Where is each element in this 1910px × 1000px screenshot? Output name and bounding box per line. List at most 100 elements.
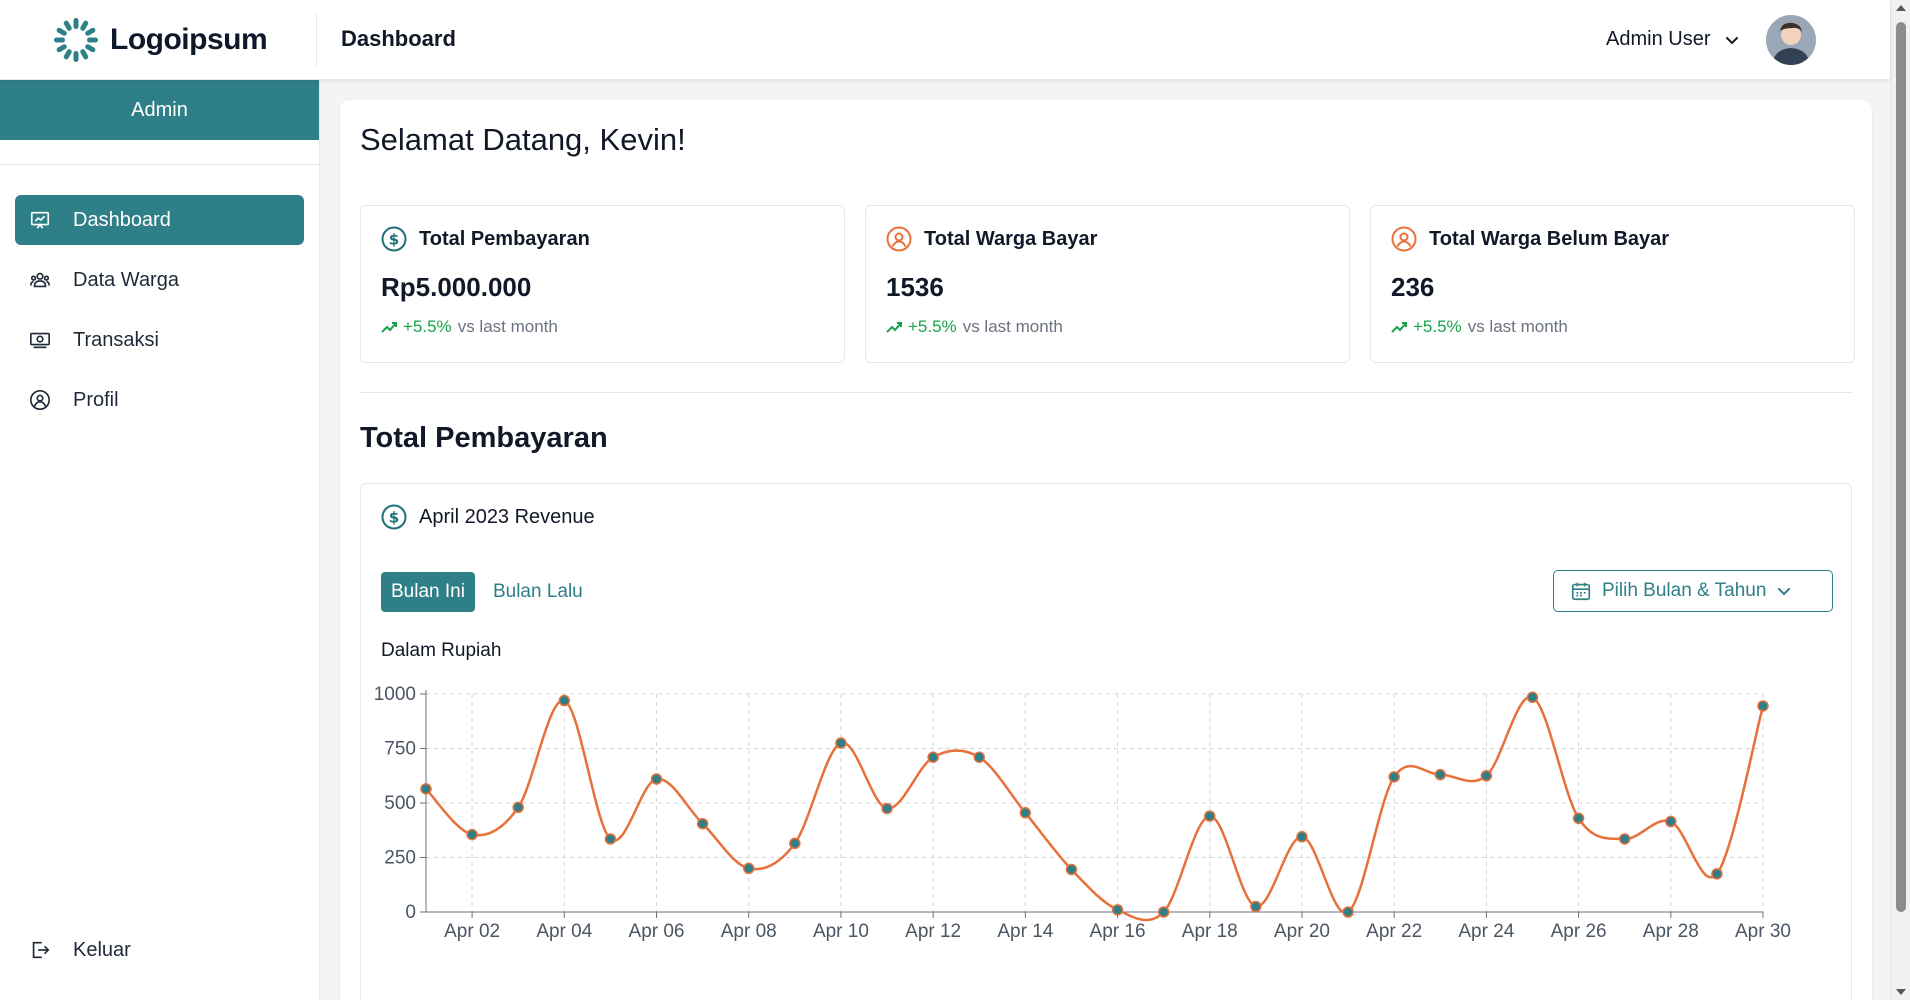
stats-row: $ Total Pembayaran Rp5.000.000 +5.5% vs … <box>360 205 1855 363</box>
stat-trend-suffix: vs last month <box>1467 317 1568 336</box>
x-tick-label: Apr 02 <box>444 921 500 942</box>
y-tick-label: 0 <box>405 902 416 923</box>
main-content: Selamat Datang, Kevin! $ Total Pembayara… <box>340 100 1872 1000</box>
x-tick-label: Apr 28 <box>1643 921 1699 942</box>
data-point <box>881 802 893 815</box>
data-point <box>1711 868 1723 880</box>
trend-up-icon <box>886 322 902 333</box>
data-point <box>742 862 755 875</box>
chart-card-header: $ April 2023 Revenue <box>381 504 595 530</box>
chevron-down-icon <box>1778 588 1791 596</box>
sidebar-item-transaksi[interactable]: Transaksi <box>15 315 304 365</box>
chart-unit-label: Dalam Rupiah <box>381 640 502 661</box>
presentation-chart-icon <box>30 211 50 229</box>
chart-card-heading: April 2023 Revenue <box>419 505 595 528</box>
data-point <box>420 783 432 795</box>
sidebar-item-data-warga[interactable]: Data Warga <box>15 255 304 305</box>
data-point <box>696 817 709 830</box>
data-point <box>1757 700 1769 712</box>
user-circle-icon <box>886 226 912 252</box>
logo-sunburst-icon <box>54 18 98 62</box>
month-year-picker[interactable]: Pilih Bulan & Tahun <box>1553 570 1833 612</box>
logout-label: Keluar <box>73 938 131 961</box>
x-tick-label: Apr 04 <box>536 921 592 942</box>
x-tick-label: Apr 14 <box>997 921 1053 942</box>
stat-card-total-warga-bayar: Total Warga Bayar 1536 +5.5% vs last mon… <box>865 205 1350 363</box>
data-point <box>1526 691 1539 704</box>
sidebar-nav: Dashboard Data Warga Transaksi Profil <box>0 195 319 425</box>
x-tick-label: Apr 18 <box>1182 921 1238 942</box>
trend-up-icon <box>1391 322 1407 333</box>
data-point <box>1157 906 1170 918</box>
section-title: Total Pembayaran <box>360 422 608 454</box>
data-point <box>835 737 847 749</box>
dollar-circle-icon: $ <box>381 504 407 530</box>
stat-trend-value: +5.5% <box>403 317 452 336</box>
stat-trend: +5.5% vs last month <box>1391 317 1834 337</box>
sidebar: Admin Dashboard Data Warga Transaksi Pro… <box>0 80 320 1000</box>
scrollbar-thumb[interactable] <box>1896 22 1906 912</box>
avatar[interactable] <box>1766 15 1816 65</box>
scroll-up-arrow-icon[interactable] <box>1896 5 1906 11</box>
x-tick-label: Apr 08 <box>721 921 777 942</box>
top-header: Logoipsum Dashboard Admin User <box>0 0 1890 80</box>
page-scrollbar[interactable] <box>1890 0 1910 1000</box>
data-point <box>1572 812 1585 825</box>
stat-title: Total Warga Belum Bayar <box>1429 227 1670 250</box>
data-point <box>1019 807 1032 819</box>
user-menu[interactable]: Admin User <box>1606 28 1740 51</box>
data-point <box>1434 768 1447 781</box>
stat-value: Rp5.000.000 <box>381 272 532 302</box>
data-point <box>466 828 478 841</box>
sidebar-item-dashboard[interactable]: Dashboard <box>15 195 304 245</box>
data-point <box>1388 771 1400 783</box>
sidebar-role-banner: Admin <box>0 80 319 140</box>
sidebar-item-profil[interactable]: Profil <box>15 375 304 425</box>
avatar-person-icon <box>1766 15 1816 65</box>
logo[interactable]: Logoipsum <box>50 16 268 64</box>
user-name: Admin User <box>1606 28 1711 50</box>
period-tabs: Bulan Ini Bulan Lalu <box>381 572 593 612</box>
logout-icon <box>32 941 50 959</box>
stat-trend: +5.5% vs last month <box>381 317 824 337</box>
stat-card-total-pembayaran: $ Total Pembayaran Rp5.000.000 +5.5% vs … <box>360 205 845 363</box>
series-line <box>425 695 1765 922</box>
sidebar-item-label: Transaksi <box>73 328 159 351</box>
sidebar-item-label: Data Warga <box>73 268 179 291</box>
welcome-heading: Selamat Datang, Kevin! <box>360 122 686 157</box>
tab-bulan-lalu[interactable]: Bulan Lalu <box>483 572 593 612</box>
svg-text:$: $ <box>389 509 399 527</box>
data-point <box>558 694 571 707</box>
x-tick-label: Apr 24 <box>1458 921 1514 942</box>
y-tick-label: 1000 <box>374 684 416 705</box>
data-point <box>1250 900 1262 913</box>
tab-bulan-ini[interactable]: Bulan Ini <box>381 572 475 612</box>
scroll-down-arrow-icon[interactable] <box>1896 989 1906 995</box>
stat-trend-value: +5.5% <box>1413 317 1462 336</box>
logout-button[interactable]: Keluar <box>15 925 131 975</box>
picker-label: Pilih Bulan & Tahun <box>1602 580 1767 601</box>
calendar-icon <box>1571 582 1591 601</box>
user-circle-icon <box>30 390 50 410</box>
trend-up-icon <box>381 322 397 333</box>
data-point <box>1342 906 1354 918</box>
data-point <box>1665 815 1677 828</box>
data-point <box>1065 863 1078 876</box>
header-divider <box>316 14 317 66</box>
x-tick-label: Apr 16 <box>1090 921 1146 942</box>
sidebar-item-label: Dashboard <box>73 208 171 231</box>
stat-title: Total Warga Bayar <box>924 227 1098 250</box>
data-point <box>789 837 801 850</box>
data-point <box>1204 810 1216 822</box>
sidebar-divider <box>0 164 319 165</box>
y-tick-label: 250 <box>384 848 416 869</box>
data-point <box>650 773 663 785</box>
stat-trend: +5.5% vs last month <box>886 317 1329 337</box>
data-point <box>1111 904 1124 916</box>
x-tick-label: Apr 30 <box>1735 921 1791 942</box>
data-point <box>604 833 617 845</box>
stat-value: 236 <box>1391 272 1435 302</box>
y-tick-label: 500 <box>384 793 416 814</box>
stat-value: 1536 <box>886 272 944 302</box>
stat-trend-suffix: vs last month <box>457 317 558 336</box>
